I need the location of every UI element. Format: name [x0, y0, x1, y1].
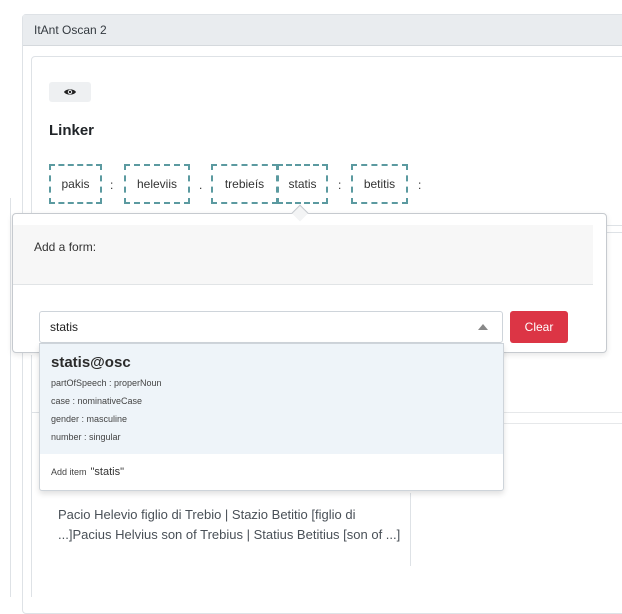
linker-heading: Linker [49, 122, 95, 139]
token-heleviis[interactable]: heleviis [124, 164, 190, 204]
panel-title: ItAnt Oscan 2 [34, 23, 107, 37]
form-select[interactable]: statis [39, 311, 503, 343]
token-betitis[interactable]: betitis [351, 164, 408, 204]
add-item-value: "statis" [90, 466, 125, 478]
token-separator: : [418, 178, 422, 192]
token-trebieis[interactable]: trebieís [211, 164, 278, 204]
eye-icon [64, 89, 76, 95]
token-separator: . [199, 178, 203, 192]
form-select-value[interactable]: statis [50, 320, 478, 334]
card-border-segment [503, 412, 622, 413]
caret-up-icon[interactable] [478, 324, 488, 330]
visibility-toggle-button[interactable] [49, 82, 91, 102]
token-pakis[interactable]: pakis [49, 164, 102, 204]
translation-divider [410, 493, 411, 566]
token-separator: : [110, 178, 114, 192]
content-divider [31, 355, 32, 597]
left-divider-inner [22, 355, 23, 597]
option-property: partOfSpeech : properNoun [51, 378, 162, 388]
card-border-segment [503, 423, 622, 424]
token-separator: : [338, 178, 342, 192]
option-title[interactable]: statis@osc [51, 354, 131, 371]
option-property: number : singular [51, 432, 121, 442]
token-statis[interactable]: statis [277, 164, 328, 204]
translation-text: Pacio Helevio figlio di Trebio | Stazio … [58, 507, 401, 542]
left-divider [10, 198, 11, 597]
option-property: case : nominativeCase [51, 396, 143, 406]
add-item-option[interactable]: Add item "statis" [51, 466, 124, 478]
panel-header [23, 15, 622, 46]
clear-button[interactable]: Clear [510, 311, 568, 343]
option-property: gender : masculine [51, 414, 128, 424]
add-item-prefix: Add item [51, 467, 87, 477]
popover-header [13, 225, 593, 285]
add-form-label: Add a form: [34, 240, 97, 254]
